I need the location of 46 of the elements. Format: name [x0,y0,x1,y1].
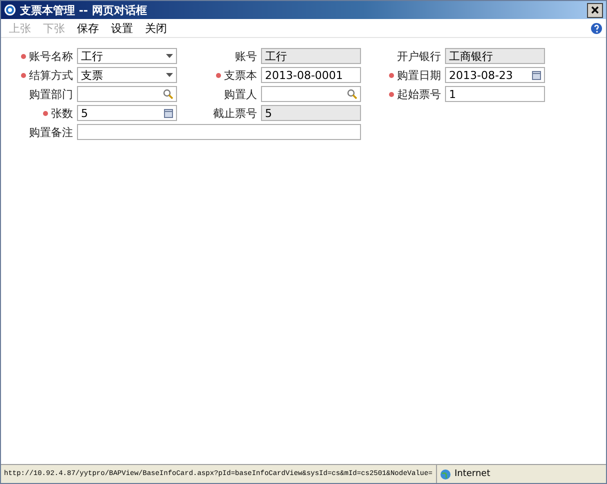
field-label: 购置人 [223,86,257,102]
close-button[interactable] [587,2,603,18]
help-icon[interactable] [591,22,602,34]
toolbar-button[interactable]: 保存 [73,20,103,36]
dropdown-field[interactable]: 支票 [77,67,177,83]
required-icon [43,110,48,116]
input-field: 5 [261,105,361,121]
input-field[interactable]: 2013-08-0001 [261,67,361,83]
caret-icon[interactable] [166,73,173,77]
required-icon [389,92,394,97]
toolbar-button[interactable]: 关闭 [141,20,171,36]
window-title: 支票本管理 -- 网页对话框 [20,2,148,18]
input-field[interactable] [77,86,177,102]
input-field[interactable] [261,86,361,102]
caret-icon[interactable] [166,54,173,58]
field-label: 开户银行 [396,48,441,64]
required-icon [389,72,394,78]
field-label: 支票本 [181,68,257,82]
input-field[interactable]: 2013-08-23 [445,67,545,83]
input-field: 工商银行 [445,48,545,64]
calendar-icon[interactable] [532,70,541,80]
field-label: 购置部门 [28,86,73,102]
calendar-icon[interactable] [164,108,173,118]
dropdown-field[interactable]: 工行 [77,48,177,64]
field-label: 张数 [1,106,73,120]
required-icon [21,54,26,59]
field-label: 结算方式 [1,68,73,82]
required-icon [21,72,26,78]
close-icon [591,6,599,14]
field-label: 起始票号 [365,86,441,102]
search-icon[interactable] [163,89,173,99]
required-icon [216,72,221,78]
security-zone: Internet [454,469,490,479]
input-field[interactable]: 1 [445,86,545,102]
field-label: 购置日期 [365,68,441,82]
browser-icon [4,4,16,16]
input-field: 工行 [261,48,361,64]
globe-icon [440,468,452,480]
field-label: 截止票号 [212,106,257,120]
field-label: 账号名称 [1,48,73,64]
field-label: 购置备注 [28,124,73,140]
input-field[interactable]: 5 [77,105,177,121]
search-icon[interactable] [347,89,357,99]
toolbar-button[interactable]: 设置 [107,20,137,36]
field-label: 账号 [234,48,257,64]
input-field[interactable] [77,124,361,140]
